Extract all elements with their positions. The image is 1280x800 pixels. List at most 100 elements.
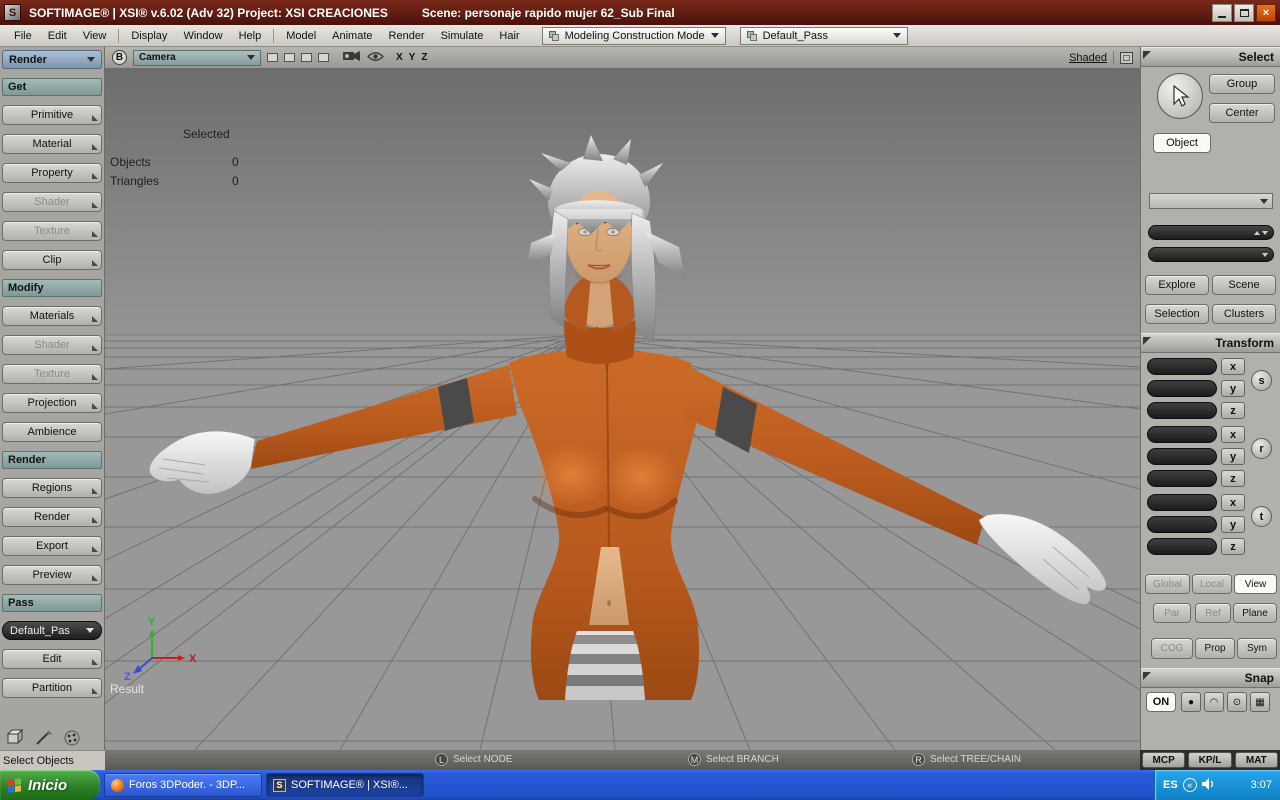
translate-x-field[interactable] [1147,494,1217,511]
modify-texture-button[interactable]: Texture [2,364,102,384]
selection-button[interactable]: Selection [1145,304,1209,324]
modify-ambience-button[interactable]: Ambience [2,422,102,442]
construction-mode-dropdown[interactable]: Modeling Construction Mode [541,26,726,45]
snap-on-button[interactable]: ON [1146,692,1176,712]
menu-animate[interactable]: Animate [324,27,380,45]
par-mode-button[interactable]: Par [1153,603,1191,623]
menu-view[interactable]: View [75,27,115,45]
scene-button[interactable]: Scene [1212,275,1276,295]
menu-window[interactable]: Window [175,27,230,45]
scale-mode-button[interactable]: s [1251,370,1272,391]
cluster-icon[interactable] [61,728,83,748]
clusters-button[interactable]: Clusters [1212,304,1276,324]
menu-edit[interactable]: Edit [40,27,75,45]
menu-simulate[interactable]: Simulate [433,27,492,45]
snap-grid-icon[interactable]: ▦ [1250,692,1270,712]
viewport-resize-icon[interactable] [1120,51,1133,64]
task-browser[interactable]: Foros 3DPoder. - 3DP... [104,773,262,797]
eye-icon[interactable] [367,51,384,65]
translate-z-button[interactable]: z [1221,538,1245,555]
tray-collapse-icon[interactable]: « [1182,778,1197,792]
menu-display[interactable]: Display [123,27,175,45]
modify-shader-button[interactable]: Shader [2,335,102,355]
axis-z-toggle[interactable]: Z [421,52,428,63]
menu-model[interactable]: Model [278,27,324,45]
explore-button[interactable]: Explore [1145,275,1209,295]
snap-section-header[interactable]: Snap [1141,668,1280,688]
translate-y-field[interactable] [1147,516,1217,533]
language-indicator[interactable]: ES [1163,779,1178,791]
modify-projection-button[interactable]: Projection [2,393,102,413]
cog-button[interactable]: COG [1151,638,1193,659]
menu-help[interactable]: Help [231,27,270,45]
viewport-memo-4[interactable] [318,53,329,62]
menu-hair[interactable]: Hair [491,27,527,45]
section-render[interactable]: Render [2,451,102,469]
get-primitive-button[interactable]: Primitive [2,105,102,125]
global-mode-button[interactable]: Global [1145,574,1190,594]
scale-y-button[interactable]: y [1221,380,1245,397]
selection-slider-1[interactable] [1148,225,1274,240]
taskbar-clock[interactable]: 3:07 [1251,779,1272,791]
get-material-button[interactable]: Material [2,134,102,154]
plane-mode-button[interactable]: Plane [1233,603,1277,623]
close-button[interactable]: × [1256,3,1276,22]
render-export-button[interactable]: Export [2,536,102,556]
menu-file[interactable]: File [6,27,40,45]
viewport-memo-3[interactable] [301,53,312,62]
display-mode-dropdown[interactable]: Shaded [1069,52,1107,64]
camera-view-dropdown[interactable]: Camera [133,49,261,66]
snap-center-icon[interactable]: ⊙ [1227,692,1247,712]
prop-button[interactable]: Prop [1195,638,1235,659]
viewport-b[interactable]: Y X Z Selected Objects 0 Triangles 0 Res… [105,69,1140,750]
rotate-x-button[interactable]: x [1221,426,1245,443]
rotate-z-field[interactable] [1147,470,1217,487]
start-button[interactable]: Inicio [0,770,100,800]
scale-z-field[interactable] [1147,402,1217,419]
group-button[interactable]: Group [1209,74,1275,94]
get-clip-button[interactable]: Clip [2,250,102,270]
translate-z-field[interactable] [1147,538,1217,555]
snap-point-icon[interactable]: ● [1181,692,1201,712]
selection-slider-2[interactable] [1148,247,1274,262]
menu-render[interactable]: Render [381,27,433,45]
rotate-y-field[interactable] [1147,448,1217,465]
render-regions-button[interactable]: Regions [2,478,102,498]
object-filter-button[interactable]: Object [1153,133,1211,153]
pass-dropdown[interactable]: Default_Pass [739,26,908,45]
pass-partition-button[interactable]: Partition [2,678,102,698]
camera-icon[interactable] [343,50,361,65]
snap-curve-icon[interactable]: ◠ [1204,692,1224,712]
pass-edit-button[interactable]: Edit [2,649,102,669]
render-preview-button[interactable]: Preview [2,565,102,585]
center-button[interactable]: Center [1209,103,1275,123]
select-section-header[interactable]: Select [1141,47,1280,67]
rotate-y-button[interactable]: y [1221,448,1245,465]
view-mode-button[interactable]: View [1234,574,1277,594]
translate-mode-button[interactable]: t [1251,506,1272,527]
section-modify[interactable]: Modify [2,279,102,297]
scale-x-field[interactable] [1147,358,1217,375]
select-object-icon[interactable] [5,728,27,748]
local-mode-button[interactable]: Local [1192,574,1232,594]
modify-materials-button[interactable]: Materials [2,306,102,326]
render-render-button[interactable]: Render [2,507,102,527]
restore-button[interactable] [1234,3,1254,22]
scale-y-field[interactable] [1147,380,1217,397]
ref-mode-button[interactable]: Ref [1195,603,1231,623]
mcp-button[interactable]: MCP [1142,752,1186,768]
viewport-memo-2[interactable] [284,53,295,62]
volume-icon[interactable] [1201,777,1215,793]
section-pass[interactable]: Pass [2,594,102,612]
rotate-mode-button[interactable]: r [1251,438,1272,459]
tag-points-icon[interactable] [33,728,55,748]
rotate-z-button[interactable]: z [1221,470,1245,487]
axis-x-toggle[interactable]: X [396,52,404,63]
filter-dropdown[interactable] [1149,193,1273,209]
get-property-button[interactable]: Property [2,163,102,183]
mat-button[interactable]: MAT [1234,752,1278,768]
select-tool-button[interactable] [1157,73,1203,119]
toolbar-mode-dropdown[interactable]: Render [2,50,102,69]
minimize-button[interactable] [1212,3,1232,22]
get-texture-button[interactable]: Texture [2,221,102,241]
